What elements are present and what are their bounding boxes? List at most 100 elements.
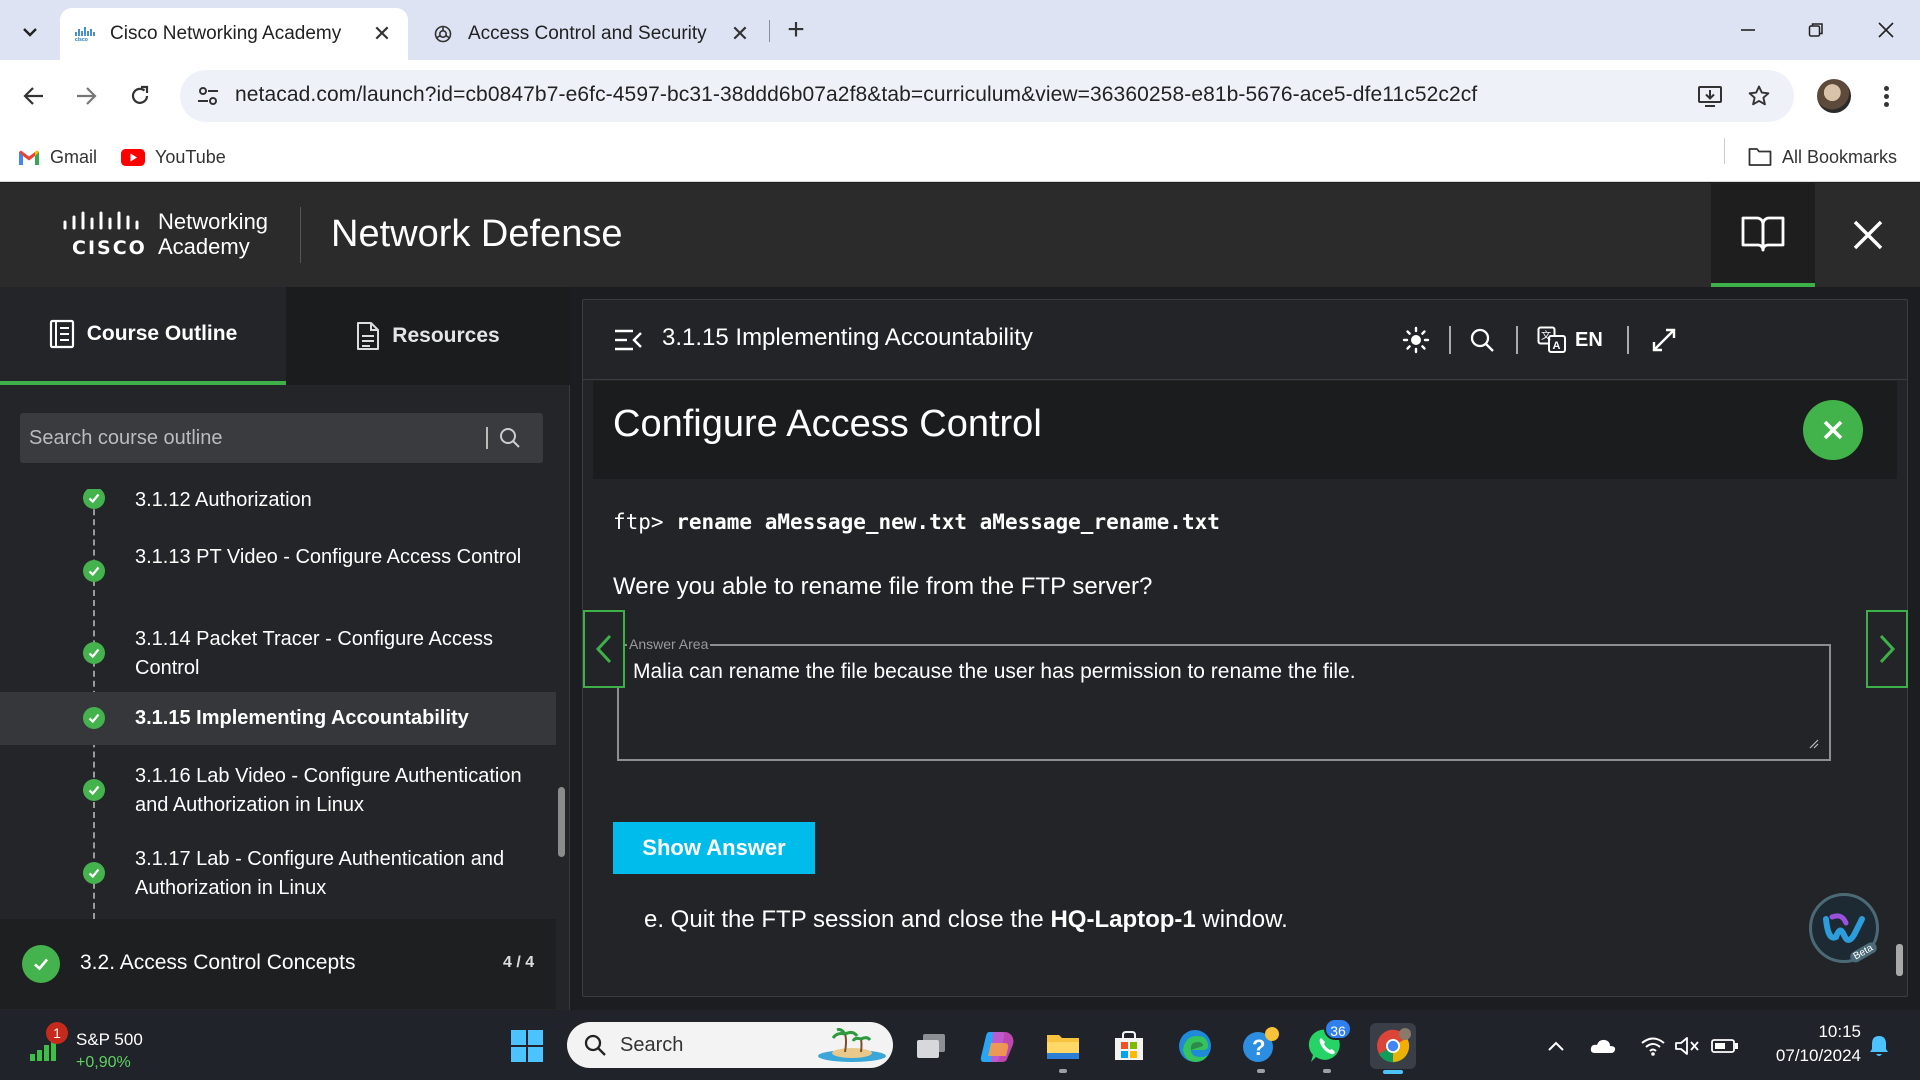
arrow-left-icon — [23, 87, 43, 105]
app-header: CISCO Networking Academy Network Defense — [0, 183, 1920, 287]
folder-icon — [1748, 147, 1772, 167]
show-hidden-icons-button[interactable] — [1544, 1032, 1568, 1060]
language-code: EN — [1575, 328, 1603, 351]
outline-item[interactable]: 3.1.13 PT Video - Configure Access Contr… — [0, 537, 556, 607]
tab-label: Course Outline — [86, 322, 238, 345]
networking-academy-logo[interactable]: CISCO Networking Academy — [62, 207, 282, 263]
tab-cisco-networking-academy[interactable]: cisco Cisco Networking Academy ✕ — [60, 8, 408, 60]
outline-item-label: 3.1.13 PT Video - Configure Access Contr… — [135, 546, 522, 568]
check-icon — [83, 862, 105, 884]
tab-search-button[interactable] — [12, 14, 48, 50]
open-book-icon — [1741, 216, 1785, 252]
all-bookmarks-label: All Bookmarks — [1782, 146, 1898, 167]
system-clock[interactable]: 10:15 07/10/2024 — [1757, 1020, 1861, 1068]
cisco-bars-icon — [63, 211, 139, 230]
copilot-button[interactable] — [974, 1023, 1020, 1069]
brightness-icon[interactable] — [1401, 325, 1431, 355]
minimize-button[interactable] — [1714, 0, 1782, 60]
address-bar[interactable]: netacad.com/launch?id=cb0847b7-e6fc-4597… — [180, 70, 1794, 122]
show-answer-button[interactable]: Show Answer — [613, 822, 815, 874]
svg-text:cisco: cisco — [75, 37, 88, 41]
stock-name: S&P 500 — [76, 1030, 143, 1049]
outline-icon — [49, 319, 75, 349]
resize-handle-icon[interactable] — [1809, 739, 1819, 749]
running-indicator — [1059, 1069, 1067, 1073]
outline-item[interactable]: 3.1.14 Packet Tracer - Configure Access … — [0, 619, 556, 689]
search-icon[interactable] — [1467, 325, 1497, 355]
check-icon — [83, 642, 105, 664]
close-tab-icon[interactable]: ✕ — [728, 21, 752, 47]
svg-text:A: A — [1553, 340, 1561, 352]
battery-icon[interactable] — [1710, 1032, 1740, 1060]
help-button[interactable]: ? — [1238, 1023, 1284, 1069]
search-label: Search — [620, 1034, 684, 1056]
outline-search-input[interactable] — [20, 413, 480, 463]
outline-item-active[interactable]: 3.1.15 Implementing Accountability — [0, 692, 556, 745]
search-icon[interactable] — [498, 426, 522, 450]
answer-textarea[interactable]: Malia can rename the file because the us… — [619, 646, 1829, 759]
reload-button[interactable] — [120, 76, 160, 116]
microsoft-store-button[interactable] — [1106, 1023, 1152, 1069]
section-access-control-concepts[interactable]: 3.2. Access Control Concepts 4 / 4 — [0, 919, 556, 1009]
outline-item[interactable]: 3.1.12 Authorization — [0, 489, 556, 523]
activity-title: Configure Access Control — [613, 403, 1042, 445]
course-book-button[interactable] — [1711, 183, 1815, 287]
new-tab-button[interactable]: + — [778, 12, 814, 48]
tab-title: Cisco Networking Academy — [110, 23, 342, 44]
site-info-icon[interactable] — [194, 82, 222, 110]
chevron-down-icon — [23, 28, 37, 37]
collapse-menu-icon[interactable] — [613, 327, 643, 353]
next-page-button[interactable] — [1866, 610, 1908, 688]
tab-resources[interactable]: Resources — [286, 287, 570, 385]
browser-toolbar: netacad.com/launch?id=cb0847b7-e6fc-4597… — [0, 60, 1920, 132]
course-sidebar: Course Outline Resources 3.1.12 Authoriz… — [0, 287, 570, 1010]
taskbar-search[interactable]: Search — [567, 1022, 893, 1068]
close-course-button[interactable] — [1815, 183, 1920, 287]
edge-button[interactable] — [1172, 1023, 1218, 1069]
close-window-button[interactable] — [1852, 0, 1920, 60]
language-selector[interactable]: 文A EN — [1537, 325, 1603, 355]
bookmark-gmail[interactable]: Gmail — [18, 142, 97, 172]
arrow-right-icon — [77, 87, 97, 105]
tab-access-control-and-security[interactable]: Access Control and Security ✕ — [418, 8, 766, 60]
bookmark-star-icon[interactable] — [1745, 82, 1773, 110]
back-button[interactable] — [14, 76, 54, 116]
content-toolbar: 3.1.15 Implementing Accountability 文A EN — [583, 300, 1907, 380]
previous-page-button[interactable] — [583, 610, 625, 688]
tab-course-outline[interactable]: Course Outline — [0, 287, 286, 385]
chrome-button[interactable] — [1370, 1023, 1416, 1069]
onedrive-icon[interactable] — [1588, 1032, 1618, 1060]
outline-item[interactable]: 3.1.17 Lab - Configure Authentication an… — [0, 839, 556, 909]
install-app-icon[interactable] — [1696, 82, 1724, 110]
close-tab-icon[interactable]: ✕ — [370, 21, 394, 47]
sidebar-scrollbar[interactable] — [557, 487, 565, 1010]
task-view-button[interactable] — [908, 1023, 954, 1069]
outline-item[interactable]: 3.1.16 Lab Video - Configure Authenticat… — [0, 756, 556, 826]
profile-avatar[interactable] — [1817, 79, 1851, 113]
expand-icon[interactable] — [1649, 325, 1679, 355]
forward-button[interactable] — [66, 76, 106, 116]
bookmarks-bar: Gmail YouTube All Bookmarks — [0, 132, 1920, 182]
bookmark-youtube[interactable]: YouTube — [121, 142, 226, 172]
bookmark-label: YouTube — [155, 146, 226, 167]
file-explorer-button[interactable] — [1040, 1023, 1086, 1069]
volume-muted-icon[interactable] — [1672, 1032, 1702, 1060]
sidebar-tabs: Course Outline Resources — [0, 287, 570, 385]
restore-button[interactable] — [1782, 0, 1850, 60]
content-scrollbar-thumb[interactable] — [1896, 944, 1903, 976]
browser-menu-icon[interactable] — [1874, 78, 1898, 114]
step-suffix: window. — [1195, 906, 1288, 933]
assistant-button[interactable]: Beta — [1809, 893, 1879, 965]
scroll-thumb[interactable] — [558, 787, 565, 857]
notifications-bell-icon[interactable] — [1864, 1032, 1894, 1060]
translate-icon: 文A — [1537, 326, 1566, 353]
all-bookmarks-button[interactable]: All Bookmarks — [1748, 142, 1897, 172]
logo-text: Networking Academy — [158, 209, 268, 259]
gmail-icon — [18, 149, 40, 166]
chatgpt-icon — [432, 23, 454, 45]
start-button[interactable] — [504, 1023, 550, 1069]
wifi-icon[interactable] — [1638, 1032, 1668, 1060]
section-label: 3.2. Access Control Concepts — [80, 951, 356, 974]
page-title: 3.1.15 Implementing Accountability — [662, 324, 1033, 351]
close-activity-button[interactable] — [1803, 400, 1863, 460]
